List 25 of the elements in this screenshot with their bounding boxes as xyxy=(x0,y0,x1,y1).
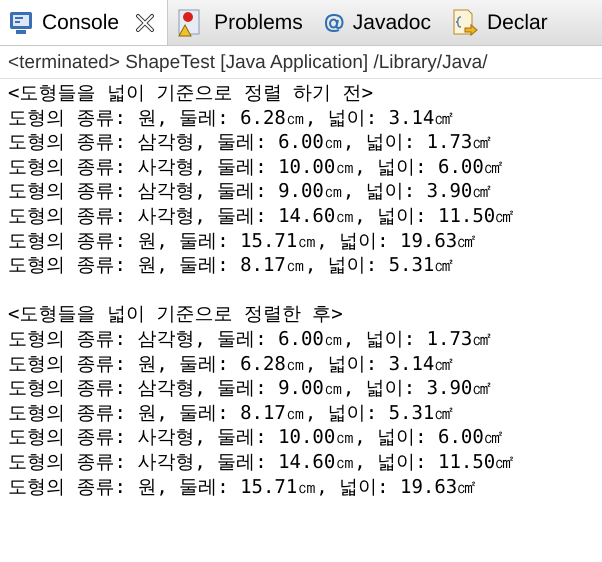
tab[interactable]: Javadoc xyxy=(314,0,443,45)
tab[interactable]: Declar xyxy=(442,0,560,45)
console-line: 도형의 종류: 사각형, 둘레: 10.00㎝, 넓이: 6.00㎠ xyxy=(8,425,504,450)
document-arrow-icon xyxy=(450,8,479,38)
console-line: 도형의 종류: 원, 둘레: 8.17㎝, 넓이: 5.31㎠ xyxy=(8,400,454,426)
tab[interactable]: Console xyxy=(0,0,168,45)
monitor-icon xyxy=(8,10,34,36)
console-line: <도형들을 넓이 기준으로 정렬 하기 전> xyxy=(8,81,374,106)
console-line: 도형의 종류: 원, 둘레: 15.71㎝, 넓이: 19.63㎠ xyxy=(8,228,478,254)
console-header: <terminated> ShapeTest [Java Application] /Library/Java/ xyxy=(8,51,488,75)
console-line: 도형의 종류: 원, 둘레: 6.28㎝, 넓이: 3.14㎠ xyxy=(8,106,454,130)
tab[interactable]: Problems xyxy=(168,0,315,45)
console-line: 도형의 종류: 삼각형, 둘레: 9.00㎝, 넓이: 3.90㎠ xyxy=(8,179,492,204)
close-icon[interactable] xyxy=(135,12,156,32)
console-line: 도형의 종류: 사각형, 둘레: 14.60㎝, 넓이: 11.50㎠ xyxy=(8,204,516,229)
console-line: 도형의 종류: 사각형, 둘레: 10.00㎝, 넓이: 6.00㎠ xyxy=(8,154,504,180)
console-line: 도형의 종류: 원, 둘레: 6.28㎝, 넓이: 3.14㎠ xyxy=(8,352,454,376)
console-line: 도형의 종류: 원, 둘레: 15.71㎝, 넓이: 19.63㎠ xyxy=(8,474,478,500)
console-line: <도형들을 넓이 기준으로 정렬한 후> xyxy=(8,302,344,327)
console-line: 도형의 종류: 삼각형, 둘레: 6.00㎝, 넓이: 1.73㎠ xyxy=(8,326,492,352)
console-line: 도형의 종류: 원, 둘레: 8.17㎝, 넓이: 5.31㎠ xyxy=(8,253,454,278)
console-line: 도형의 종류: 삼각형, 둘레: 6.00㎝, 넓이: 1.73㎠ xyxy=(8,130,492,155)
at-sign-icon xyxy=(322,12,345,34)
console-line: 도형의 종류: 삼각형, 둘레: 9.00㎝, 넓이: 3.90㎠ xyxy=(8,376,492,401)
console-line: 도형의 종류: 사각형, 둘레: 14.60㎝, 넓이: 11.50㎠ xyxy=(8,450,516,474)
